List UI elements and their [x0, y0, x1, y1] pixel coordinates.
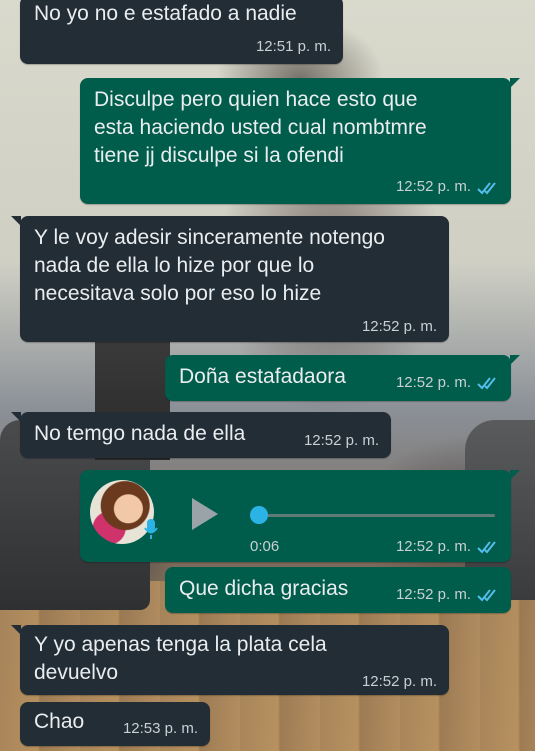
- message-bubble-outgoing[interactable]: Disculpe pero quien hace esto que esta h…: [80, 78, 520, 204]
- message-time: 12:52 p. m.: [395, 178, 471, 195]
- message-time: 12:51 p. m.: [255, 38, 331, 55]
- message-bubble-outgoing[interactable]: Doña estafadaora 12:52 p. m.: [165, 355, 520, 401]
- voice-progress-knob[interactable]: [250, 506, 268, 524]
- message-text: Y yo apenas tenga la plata cela devuelvo: [34, 633, 327, 684]
- voice-message-bubble[interactable]: 0:06 12:52 p. m.: [80, 470, 520, 562]
- message-time: 12:52 p. m.: [395, 538, 471, 555]
- message-time: 12:52 p. m.: [395, 586, 471, 603]
- play-icon[interactable]: [192, 498, 218, 530]
- bubble-tail: [11, 216, 21, 226]
- bubble-tail: [510, 78, 520, 88]
- message-time: 12:52 p. m.: [303, 432, 379, 449]
- message-time: 12:52 p. m.: [361, 673, 437, 690]
- bubble-tail: [510, 355, 520, 365]
- bubble-tail: [11, 412, 21, 422]
- message-time: 12:52 p. m.: [361, 318, 437, 335]
- message-bubble-outgoing[interactable]: Que dicha gracias 12:52 p. m.: [165, 567, 511, 613]
- bubble-tail: [11, 625, 21, 635]
- message-text: No temgo nada de ella: [34, 422, 246, 445]
- double-check-icon: [477, 540, 499, 554]
- message-bubble-incoming[interactable]: Chao 12:53 p. m.: [20, 702, 210, 746]
- message-time: 12:52 p. m.: [395, 374, 471, 391]
- double-check-icon: [477, 588, 499, 602]
- voice-progress-track[interactable]: [260, 514, 495, 517]
- message-bubble-incoming[interactable]: No temgo nada de ella 12:52 p. m.: [11, 412, 391, 458]
- message-text: Doña estafadaora: [179, 365, 346, 388]
- message-text: No yo no e estafado a nadie: [34, 2, 297, 25]
- message-bubble-incoming[interactable]: Y yo apenas tenga la plata cela devuelvo…: [11, 625, 449, 695]
- message-bubble-incoming[interactable]: No yo no e estafado a nadie 12:51 p. m.: [20, 0, 343, 64]
- message-text: Que dicha gracias: [179, 577, 349, 600]
- message-time: 12:53 p. m.: [122, 720, 198, 737]
- microphone-icon: [144, 518, 158, 540]
- voice-duration: 0:06: [250, 538, 280, 555]
- message-bubble-incoming[interactable]: Y le voy adesir sinceramente notengo nad…: [11, 216, 449, 342]
- bubble-tail: [510, 470, 520, 480]
- message-text: Y le voy adesir sinceramente notengo nad…: [34, 226, 385, 305]
- message-text: Disculpe pero quien hace esto que esta h…: [94, 88, 427, 167]
- message-text: Chao: [34, 710, 85, 733]
- double-check-icon: [477, 181, 499, 195]
- double-check-icon: [477, 376, 499, 390]
